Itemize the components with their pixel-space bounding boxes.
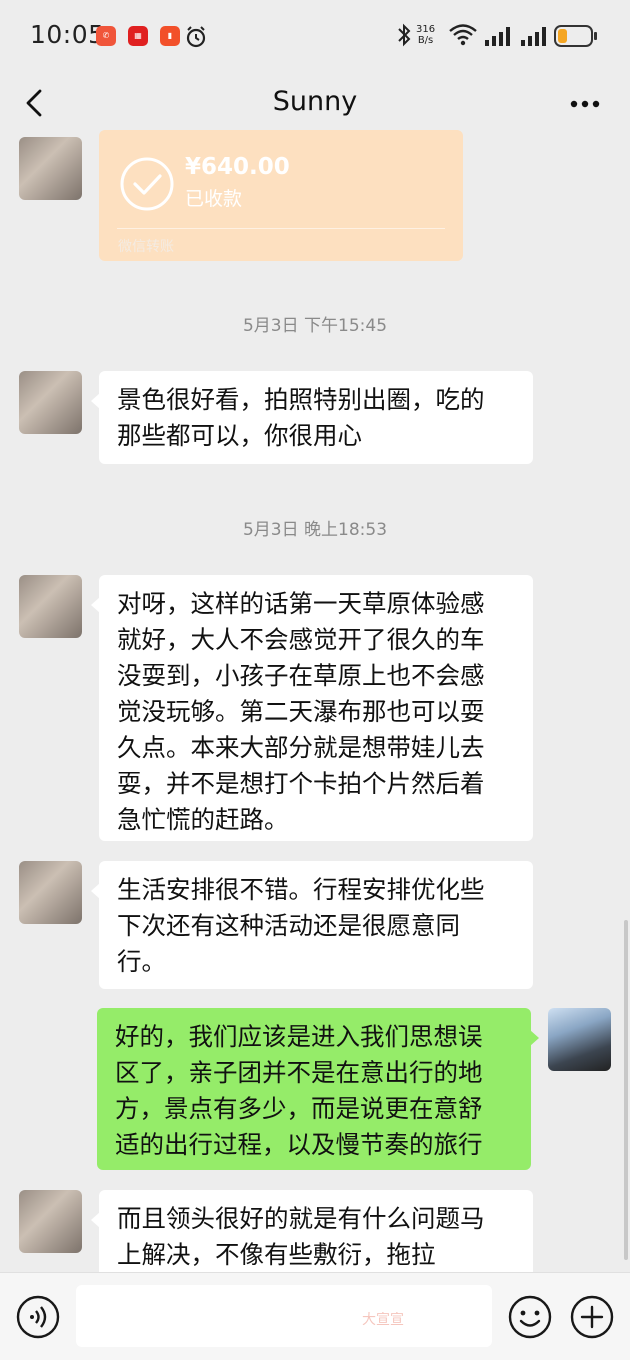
notification-app-icon: ✆: [96, 26, 116, 46]
message-line: 方，景点有多少，而是说更在意舒: [115, 1094, 483, 1123]
avatar-sunny[interactable]: [19, 861, 82, 924]
message-line: 景色很好看，拍照特别出圈，吃的: [117, 385, 485, 414]
message-bubble-incoming[interactable]: 对呀，这样的话第一天草原体验感 就好，大人不会感觉开了很久的车 没耍到，小孩子在…: [91, 575, 533, 841]
chat-title: Sunny: [272, 86, 358, 117]
plus-icon[interactable]: [570, 1295, 614, 1339]
message-line: 觉没玩够。第二天瀑布那也可以耍: [117, 697, 485, 726]
avatar-sunny[interactable]: [19, 1190, 82, 1253]
status-bar: 10:05 ✆ ▦ ▮ 316 B/s: [0, 0, 630, 72]
message-line: 区了，亲子团并不是在意出行的地: [115, 1058, 483, 1087]
message-line: 行。: [117, 947, 166, 976]
input-bar: 大宣宣: [0, 1272, 630, 1360]
network-speed-unit: B/s: [417, 35, 434, 46]
message-line: 耍，并不是想打个卡拍个片然后着: [117, 769, 485, 798]
avatar-sunny[interactable]: [19, 575, 82, 638]
message-line: 对呀，这样的话第一天草原体验感: [117, 589, 485, 618]
transfer-card[interactable]: ¥640.00 已收款 微信转账: [99, 130, 463, 261]
message-input[interactable]: 大宣宣: [76, 1285, 492, 1347]
message-bubble-incoming[interactable]: 而且领头很好的就是有什么问题马 上解决，不像有些敷衍，拖拉: [91, 1190, 533, 1272]
watermark: 大宣宣: [362, 1312, 404, 1328]
chat-header: Sunny: [0, 72, 630, 136]
transfer-label: 微信转账: [118, 239, 174, 255]
avatar-me[interactable]: [548, 1008, 611, 1071]
message-line: 没耍到，小孩子在草原上也不会感: [117, 661, 485, 690]
wifi-icon: [449, 24, 477, 46]
network-speed-value: 316: [416, 24, 436, 35]
bluetooth-icon: [398, 23, 411, 47]
message-line: 就好，大人不会感觉开了很久的车: [117, 625, 485, 654]
transfer-status: 已收款: [185, 188, 243, 210]
message-line: 适的出行过程，以及慢节奏的旅行: [115, 1130, 483, 1159]
message-line: 生活安排很不错。行程安排优化些: [117, 875, 485, 904]
timestamp: 5月3日 晚上18:53: [242, 520, 388, 540]
message-line: 上解决，不像有些敷衍，拖拉: [117, 1240, 436, 1269]
check-circle-icon: [120, 157, 174, 211]
message-line: 久点。本来大部分就是想带娃儿去: [117, 733, 485, 762]
more-options-icon[interactable]: [560, 84, 610, 124]
message-bubble-incoming[interactable]: 景色很好看，拍照特别出圈，吃的 那些都可以，你很用心: [91, 371, 533, 464]
shopping-app-icon: ▦: [128, 26, 148, 46]
message-line: 下次还有这种活动还是很愿意同: [117, 911, 460, 940]
lock-app-icon: ▮: [160, 26, 180, 46]
message-line: 好的，我们应该是进入我们思想误: [115, 1022, 483, 1051]
alarm-icon: [186, 26, 206, 48]
avatar-sunny[interactable]: [19, 371, 82, 434]
signal-icon-2: [521, 27, 546, 46]
transfer-amount: ¥640.00: [185, 154, 290, 180]
timestamp: 5月3日 下午15:45: [242, 316, 388, 336]
message-line: 而且领头很好的就是有什么问题马: [117, 1204, 485, 1233]
scrollbar[interactable]: [624, 920, 628, 1260]
avatar-sunny[interactable]: [19, 137, 82, 200]
battery-icon: [554, 25, 597, 47]
network-speed: 316 B/s: [416, 24, 435, 46]
message-bubble-incoming[interactable]: 生活安排很不错。行程安排优化些 下次还有这种活动还是很愿意同 行。: [91, 861, 533, 989]
voice-icon[interactable]: [16, 1295, 60, 1339]
message-line: 那些都可以，你很用心: [117, 421, 362, 450]
message-line: 急忙慌的赶路。: [117, 805, 289, 834]
message-bubble-outgoing[interactable]: 好的，我们应该是进入我们思想误 区了，亲子团并不是在意出行的地 方，景点有多少，…: [97, 1008, 539, 1170]
signal-icon-1: [485, 27, 510, 46]
status-time: 10:05: [30, 20, 105, 49]
emoji-icon[interactable]: [508, 1295, 552, 1339]
transfer-divider: [117, 228, 445, 229]
